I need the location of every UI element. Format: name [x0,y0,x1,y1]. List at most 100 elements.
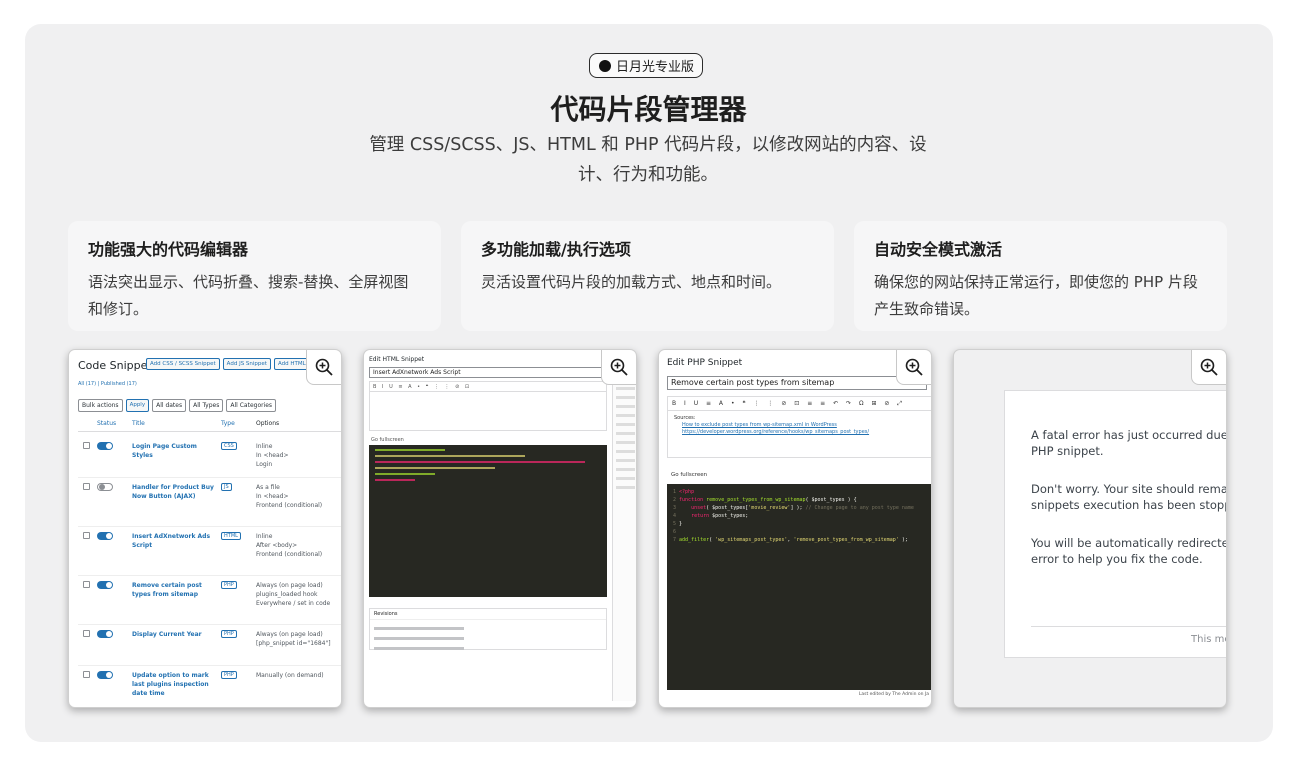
type-badge: HTML [221,532,241,540]
zoom-in-icon [610,358,628,376]
snippet-title: Update option to mark last plugins inspe… [132,672,209,697]
screenshot-html-editor[interactable]: Edit HTML Snippet Insert AdXnetwork Ads … [363,349,637,708]
notice-text: A fatal error has just occurred due to [1031,428,1227,442]
divider [1031,626,1226,627]
status-toggle [97,483,113,491]
settings-sidebar [612,381,636,701]
snippet-options: Manually (on demand) [256,672,324,679]
status-toggle [97,671,113,679]
snippet-title: Remove certain post types from sitemap [132,582,202,598]
snippet-name-field: Remove certain post types from sitemap [667,376,927,390]
status-toggle [97,581,113,589]
editor-toolbar: B I U ≡ A • ❝ ⋮ ⋮ ⊘ ⊡ ≡ ≡ ↶ ↷ Ω ⊞ ⊘ ⤢ [668,397,931,411]
add-html-button: Add HTML [273,358,310,370]
add-js-button: Add JS Snippet [222,358,271,370]
type-badge: CSS [221,442,237,450]
apply-button: Apply [125,399,150,412]
fullscreen-link: Go fullscreen [371,437,404,443]
circle-icon [599,59,611,72]
feature-card-safe-mode: 自动安全模式激活 确保您的网站保持正常运行，即使您的 PHP 片段产生致命错误。 [854,221,1227,331]
zoom-in-icon [905,358,923,376]
feature-title: 多功能加载/执行选项 [481,240,631,259]
fatal-error-notice: A fatal error has just occurred due to P… [1004,390,1227,658]
code-editor: 1 <?php 2 function remove_post_types_fro… [667,484,931,690]
column-header: Status [97,420,117,427]
screen-heading: Edit PHP Snippet [667,358,743,368]
type-badge: PHP [221,671,237,679]
feature-desc: 语法突出显示、代码折叠、搜索-替换、全屏视图和修订。 [88,273,409,318]
pro-badge-label: 日月光专业版 [616,60,695,75]
column-header: Title [132,420,145,427]
notice-text: PHP snippet. [1031,444,1104,458]
type-select: All Types [189,399,224,412]
snippet-options: Always (on page load) [php_snippet id="1… [256,631,331,647]
notice-text: snippets execution has been stopped [1031,498,1227,512]
page-subtitle: 管理 CSS/SCSS、JS、HTML 和 PHP 代码片段，以修改网站的内容、… [369,135,927,185]
editor-toolbar: B I U ≡ A • ❝ ⋮ ⋮ ⊘ ⊡ [370,382,606,392]
table-row: Login Page Custom Styles CSS Inline In <… [78,442,341,478]
row-checkbox [83,630,90,637]
row-checkbox [83,483,90,490]
snippet-options: Always (on page load) plugins_loaded hoo… [256,582,331,607]
last-edited-note: Last edited by The Admin on Ja [858,692,929,697]
snippet-options: Inline In <head> Login [256,443,289,468]
screenshot-safe-mode[interactable]: A fatal error has just occurred due to P… [953,349,1227,708]
status-toggle [97,630,113,638]
table-row: Update option to mark last plugins inspe… [78,671,341,707]
screen-heading: Edit HTML Snippet [369,356,425,363]
date-select: All dates [152,399,187,412]
category-select: All Categories [226,399,277,412]
zoom-in-icon [1200,358,1218,376]
snippet-options: As a file In <head> Frontend (conditiona… [256,484,323,509]
zoom-in-icon [315,358,333,376]
feature-title: 自动安全模式激活 [874,240,1003,259]
type-badge: PHP [221,581,237,589]
row-checkbox [83,671,90,678]
feature-title: 功能强大的代码编辑器 [88,240,249,259]
page-title: 代码片段管理器 [550,93,747,126]
table-header: Status Title Type Options [78,420,341,432]
feature-card-loading: 多功能加载/执行选项 灵活设置代码片段的加载方式、地点和时间。 [461,221,834,331]
row-checkbox [83,442,90,449]
column-header: Type [221,420,235,427]
type-badge: PHP [221,630,237,638]
feature-desc: 确保您的网站保持正常运行，即使您的 PHP 片段产生致命错误。 [874,273,1198,318]
type-badge: JS [221,483,232,491]
sources-label: Sources: [674,415,696,421]
zoom-in-button[interactable] [306,350,341,385]
description-editor: B I U ≡ A • ❝ ⋮ ⋮ ⊘ ⊡ [369,381,607,431]
pro-badge: 日月光专业版 [589,53,704,78]
source-link: https://developer.wordpress.org/referenc… [682,429,870,435]
table-row: Handler for Product Buy Now Button (AJAX… [78,483,341,527]
status-filter: All (17) | Published (17) [78,381,137,387]
feature-card-editor: 功能强大的代码编辑器 语法突出显示、代码折叠、搜索-替换、全屏视图和修订。 [68,221,441,331]
add-css-button: Add CSS / SCSS Snippet [146,358,220,370]
snippet-name-field: Insert AdXnetwork Ads Script [369,367,604,378]
notice-footer: This me [1191,634,1227,645]
screenshot-snippet-list[interactable]: Code Snippets Add CSS / SCSS Snippet Add… [68,349,342,708]
bulk-select: Bulk actions [78,399,123,412]
source-link: How to exclude post types from wp-sitema… [682,422,837,428]
status-toggle [97,532,113,540]
snippet-title: Display Current Year [132,631,202,638]
notice-text: Don't worry. Your site should remain a [1031,482,1226,496]
snippet-title: Login Page Custom Styles [132,443,197,459]
notice-text: You will be automatically redirected to [1031,536,1226,550]
zoom-in-button[interactable] [896,350,931,385]
snippet-title: Handler for Product Buy Now Button (AJAX… [132,484,214,500]
revisions-title: Revisions [370,609,606,620]
table-row: Insert AdXnetwork Ads Script HTML Inline… [78,532,341,576]
screenshot-php-editor[interactable]: Edit PHP Snippet Remove certain post typ… [658,349,932,708]
description-editor: B I U ≡ A • ❝ ⋮ ⋮ ⊘ ⊡ ≡ ≡ ↶ ↷ Ω ⊞ ⊘ ⤢ So… [667,396,931,458]
zoom-in-button[interactable] [1191,350,1226,385]
row-checkbox [83,581,90,588]
feature-desc: 灵活设置代码片段的加载方式、地点和时间。 [481,273,782,291]
column-header: Options [256,420,280,427]
code-editor [369,445,607,597]
snippet-title: Insert AdXnetwork Ads Script [132,533,211,549]
revisions-box: Revisions [369,608,607,650]
fullscreen-link: Go fullscreen [671,472,708,478]
zoom-in-button[interactable] [601,350,636,385]
row-checkbox [83,532,90,539]
notice-text: error to help you fix the code. [1031,552,1203,566]
